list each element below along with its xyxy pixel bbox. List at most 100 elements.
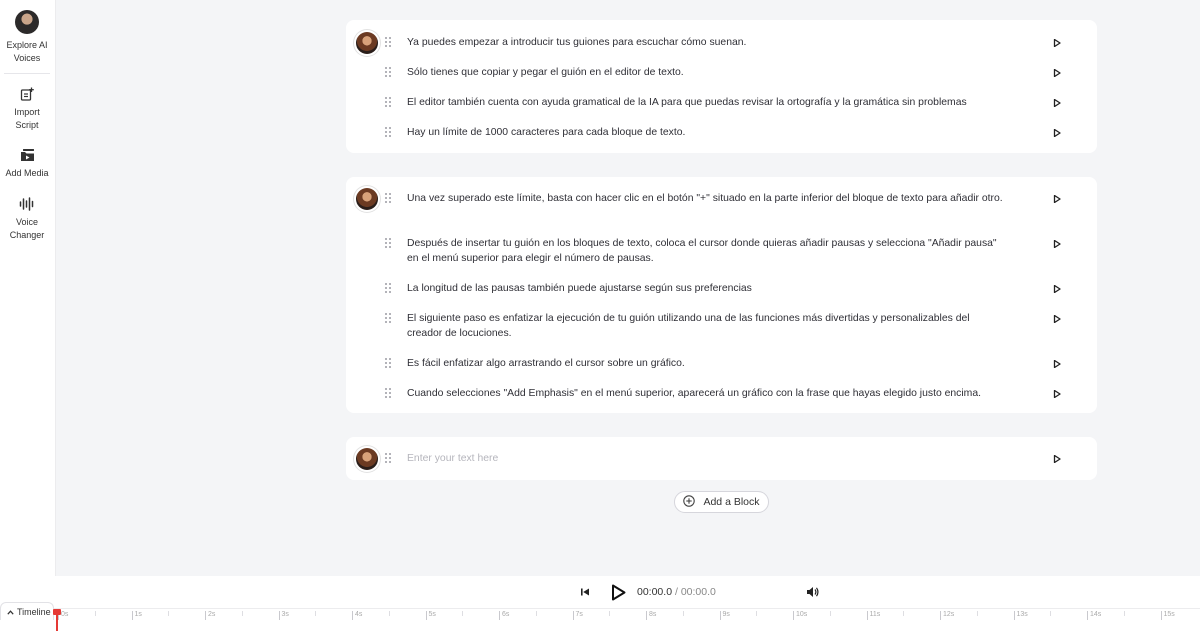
play-line-icon[interactable] xyxy=(1052,454,1062,464)
sidebar-item-label: Script xyxy=(15,120,39,130)
play-line-icon[interactable] xyxy=(1052,194,1062,204)
timeline-tick-label: 13s xyxy=(1016,611,1028,618)
voice-avatar[interactable] xyxy=(356,32,378,54)
volume-icon[interactable] xyxy=(805,585,819,599)
drag-handle-icon[interactable] xyxy=(385,37,393,47)
text-block-1: Ya puedes empezar a introducir tus guion… xyxy=(346,20,1097,153)
voice-changer-icon xyxy=(19,196,35,212)
sidebar-item-label: Changer xyxy=(9,230,45,240)
timeline-ruler[interactable]: 0s 1s 2s 3s 4s 5s 6s 7s 8s 9s 10s 11s 12s 13s 14s 15s xyxy=(56,609,1200,636)
playhead[interactable] xyxy=(53,609,61,631)
timeline-tick-label: 7s xyxy=(575,611,583,618)
sidebar-item-label: Voice xyxy=(15,217,39,227)
sidebar-item-label: Voices xyxy=(13,53,41,63)
script-line[interactable]: El siguiente paso es enfatizar la ejecuc… xyxy=(407,311,1007,341)
voice-avatar[interactable] xyxy=(356,448,378,470)
timeline-tick-label: 12s xyxy=(943,611,955,618)
play-line-icon[interactable] xyxy=(1052,68,1062,78)
text-input[interactable]: Enter your text here xyxy=(407,451,1007,466)
drag-handle-icon[interactable] xyxy=(385,238,393,248)
plus-circle-icon xyxy=(683,494,696,510)
drag-handle-icon[interactable] xyxy=(385,358,393,368)
voice-avatar[interactable] xyxy=(356,188,378,210)
script-line[interactable]: Después de insertar tu guión en los bloq… xyxy=(407,236,1007,266)
timeline-tick xyxy=(1160,611,1162,620)
play-line-icon[interactable] xyxy=(1052,284,1062,294)
drag-handle-icon[interactable] xyxy=(385,388,393,398)
timeline-minor-tick xyxy=(903,611,905,616)
timeline-minor-tick xyxy=(388,611,390,616)
sidebar-item-explore-ai-voices[interactable]: Explore AI Voices xyxy=(0,10,54,65)
timeline-tick-label: 4s xyxy=(355,611,363,618)
timeline-minor-tick xyxy=(829,611,831,616)
script-line[interactable]: Cuando selecciones "Add Emphasis" en el … xyxy=(407,386,1027,401)
time-display: 00:00.0 / 00:00.0 xyxy=(637,586,716,598)
drag-handle-icon[interactable] xyxy=(385,97,393,107)
sidebar: Explore AI Voices Import Script Add Medi… xyxy=(0,0,56,576)
import-icon xyxy=(19,86,35,102)
script-line[interactable]: El editor también cuenta con ayuda grama… xyxy=(407,95,1027,110)
timeline-tick-label: 15s xyxy=(1163,611,1175,618)
drag-handle-icon[interactable] xyxy=(385,127,393,137)
script-line[interactable]: Una vez superado este límite, basta con … xyxy=(407,191,1007,206)
sidebar-item-add-media[interactable]: Add Media xyxy=(0,147,54,180)
timeline-minor-tick xyxy=(315,611,317,616)
sidebar-item-label: Add Media xyxy=(5,168,49,178)
total-time: 00:00.0 xyxy=(680,586,716,598)
sidebar-item-import-script[interactable]: Import Script xyxy=(0,86,54,132)
timeline-tick-label: 14s xyxy=(1090,611,1102,618)
text-block-2: Una vez superado este límite, basta con … xyxy=(346,177,1097,413)
play-line-icon[interactable] xyxy=(1052,38,1062,48)
timeline-tick xyxy=(499,611,500,620)
script-line[interactable]: Sólo tienes que copiar y pegar el guión … xyxy=(407,65,1007,80)
play-line-icon[interactable] xyxy=(1052,389,1062,399)
timeline-tick xyxy=(719,611,721,620)
drag-handle-icon[interactable] xyxy=(385,67,393,77)
timeline-toggle[interactable]: Timeline xyxy=(0,602,54,620)
play-line-icon[interactable] xyxy=(1052,98,1062,108)
timeline-tick xyxy=(352,611,353,620)
timeline-tick-label: 1s xyxy=(134,611,142,618)
timeline-tick xyxy=(425,611,427,620)
play-line-icon[interactable] xyxy=(1052,359,1062,369)
timeline-tick xyxy=(866,611,868,620)
timeline-tick xyxy=(572,611,574,620)
timeline-tick-label: 11s xyxy=(869,611,881,618)
drag-handle-icon[interactable] xyxy=(385,313,393,323)
timeline-minor-tick xyxy=(94,611,96,616)
script-line[interactable]: Ya puedes empezar a introducir tus guion… xyxy=(407,35,1007,50)
drag-handle-icon[interactable] xyxy=(385,193,393,203)
timeline-label: Timeline xyxy=(17,606,51,617)
timeline-minor-tick xyxy=(756,611,758,616)
timeline-tick xyxy=(793,611,794,620)
timeline-tick-label: 3s xyxy=(281,611,289,618)
play-line-icon[interactable] xyxy=(1052,314,1062,324)
script-line[interactable]: La longitud de las pausas también puede … xyxy=(407,281,1007,296)
timeline-tick xyxy=(278,611,280,620)
media-icon xyxy=(19,147,35,163)
timeline-minor-tick xyxy=(1123,611,1125,616)
voice-avatar xyxy=(15,10,39,34)
sidebar-item-label: Import xyxy=(14,107,40,117)
time-separator: / xyxy=(672,586,681,598)
drag-handle-icon[interactable] xyxy=(385,283,393,293)
timeline-tick-label: 10s xyxy=(796,611,808,618)
timeline-tick xyxy=(1013,611,1015,620)
timeline-tick-label: 0s xyxy=(61,611,69,618)
text-block-3: Enter your text here xyxy=(346,437,1097,480)
timeline-tick-label: 8s xyxy=(649,611,657,618)
script-line[interactable]: Hay un límite de 1000 caracteres para ca… xyxy=(407,125,1007,140)
chevron-up-icon xyxy=(7,607,14,617)
add-block-button[interactable]: Add a Block xyxy=(674,491,769,513)
sidebar-item-label: Explore AI xyxy=(6,40,48,50)
play-line-icon[interactable] xyxy=(1052,128,1062,138)
skip-back-icon[interactable] xyxy=(579,586,591,598)
script-line[interactable]: Es fácil enfatizar algo arrastrando el c… xyxy=(407,356,1007,371)
play-icon[interactable] xyxy=(609,583,627,601)
timeline-minor-tick xyxy=(609,611,611,616)
drag-handle-icon[interactable] xyxy=(385,453,393,463)
timeline-minor-tick xyxy=(241,611,243,616)
sidebar-divider xyxy=(4,73,50,74)
play-line-icon[interactable] xyxy=(1052,239,1062,249)
sidebar-item-voice-changer[interactable]: Voice Changer xyxy=(0,196,54,242)
